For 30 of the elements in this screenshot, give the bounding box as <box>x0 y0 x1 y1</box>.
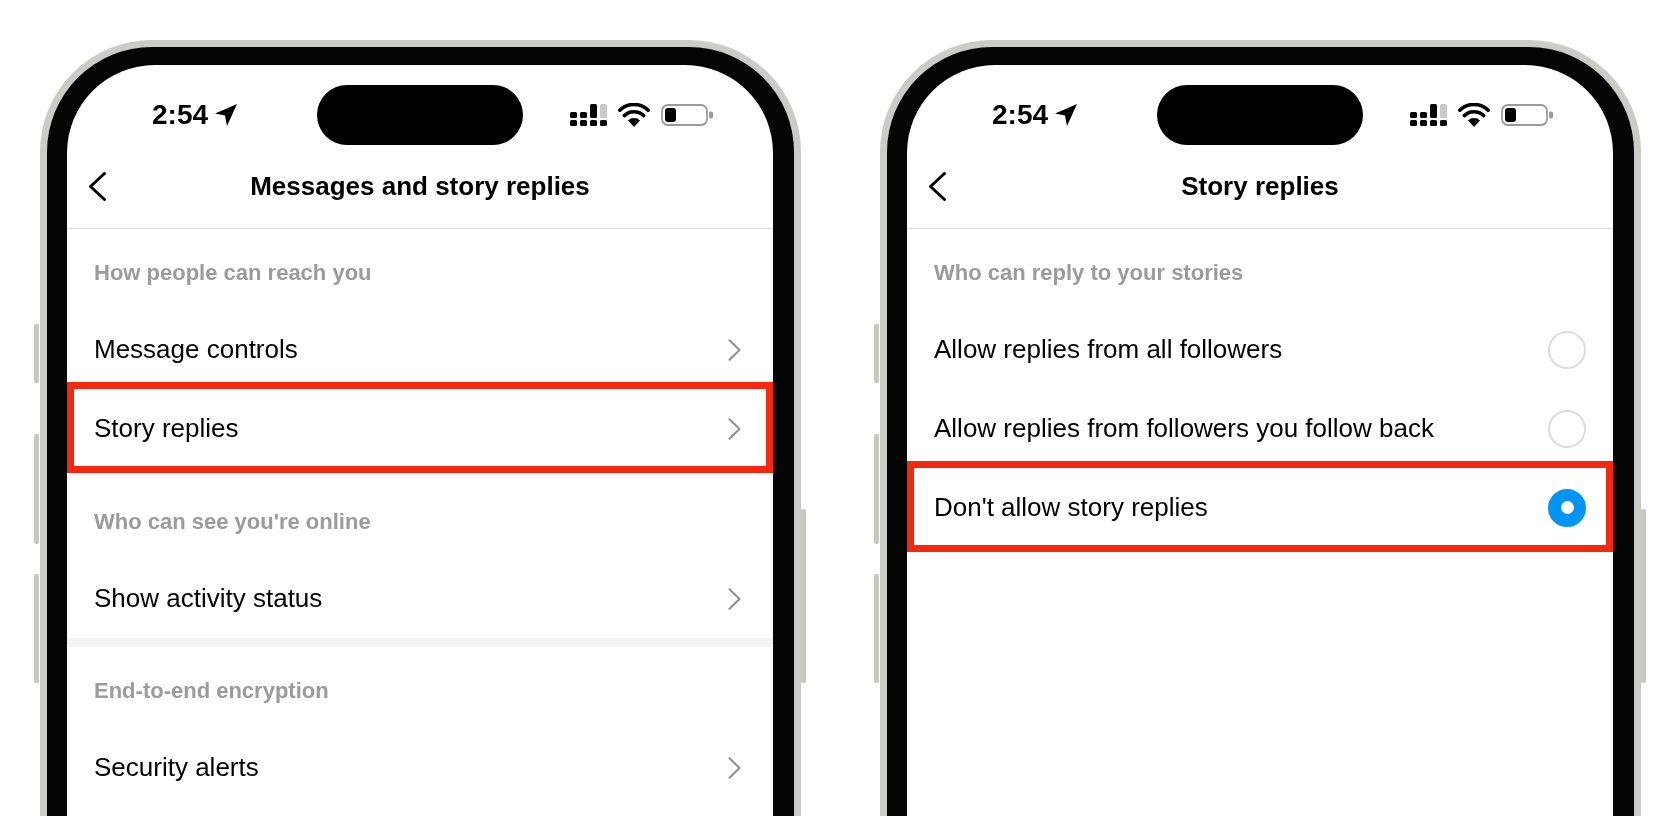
chevron-right-icon <box>728 587 741 610</box>
chevron-right-icon <box>728 756 741 779</box>
settings-row[interactable]: Security alerts <box>67 728 773 807</box>
radio-button[interactable] <box>1548 488 1586 527</box>
radio-option[interactable]: Allow replies from followers you follow back <box>907 389 1613 468</box>
signal-icon <box>570 104 607 126</box>
wifi-icon <box>618 103 650 127</box>
screen-title: Messages and story replies <box>250 171 590 202</box>
status-time: 2:54 <box>992 100 1049 130</box>
status-time: 2:54 <box>152 100 209 130</box>
settings-row[interactable]: Story replies <box>67 389 773 468</box>
chevron-left-icon[interactable] <box>88 172 107 201</box>
section-header: End-to-end encryption <box>93 677 330 705</box>
wifi-icon <box>1458 103 1490 127</box>
location-arrow-icon <box>215 104 238 126</box>
chevron-left-icon[interactable] <box>928 172 947 201</box>
battery-icon <box>661 104 713 126</box>
section-header: Who can see you're online <box>93 508 372 536</box>
radio-option[interactable]: Don't allow story replies <box>907 468 1613 547</box>
settings-row[interactable]: Show activity status <box>67 559 773 638</box>
radio-option[interactable]: Allow replies from all followers <box>907 310 1613 389</box>
signal-icon <box>1410 104 1447 126</box>
section-header: How people can reach you <box>93 259 373 287</box>
battery-icon <box>1501 104 1553 126</box>
chevron-right-icon <box>728 417 741 440</box>
location-arrow-icon <box>1055 104 1078 126</box>
section-header: Who can reply to your stories <box>933 259 1245 287</box>
chevron-right-icon <box>728 338 741 361</box>
screen-title: Story replies <box>1181 171 1339 202</box>
settings-row[interactable]: Message controls <box>67 310 773 389</box>
